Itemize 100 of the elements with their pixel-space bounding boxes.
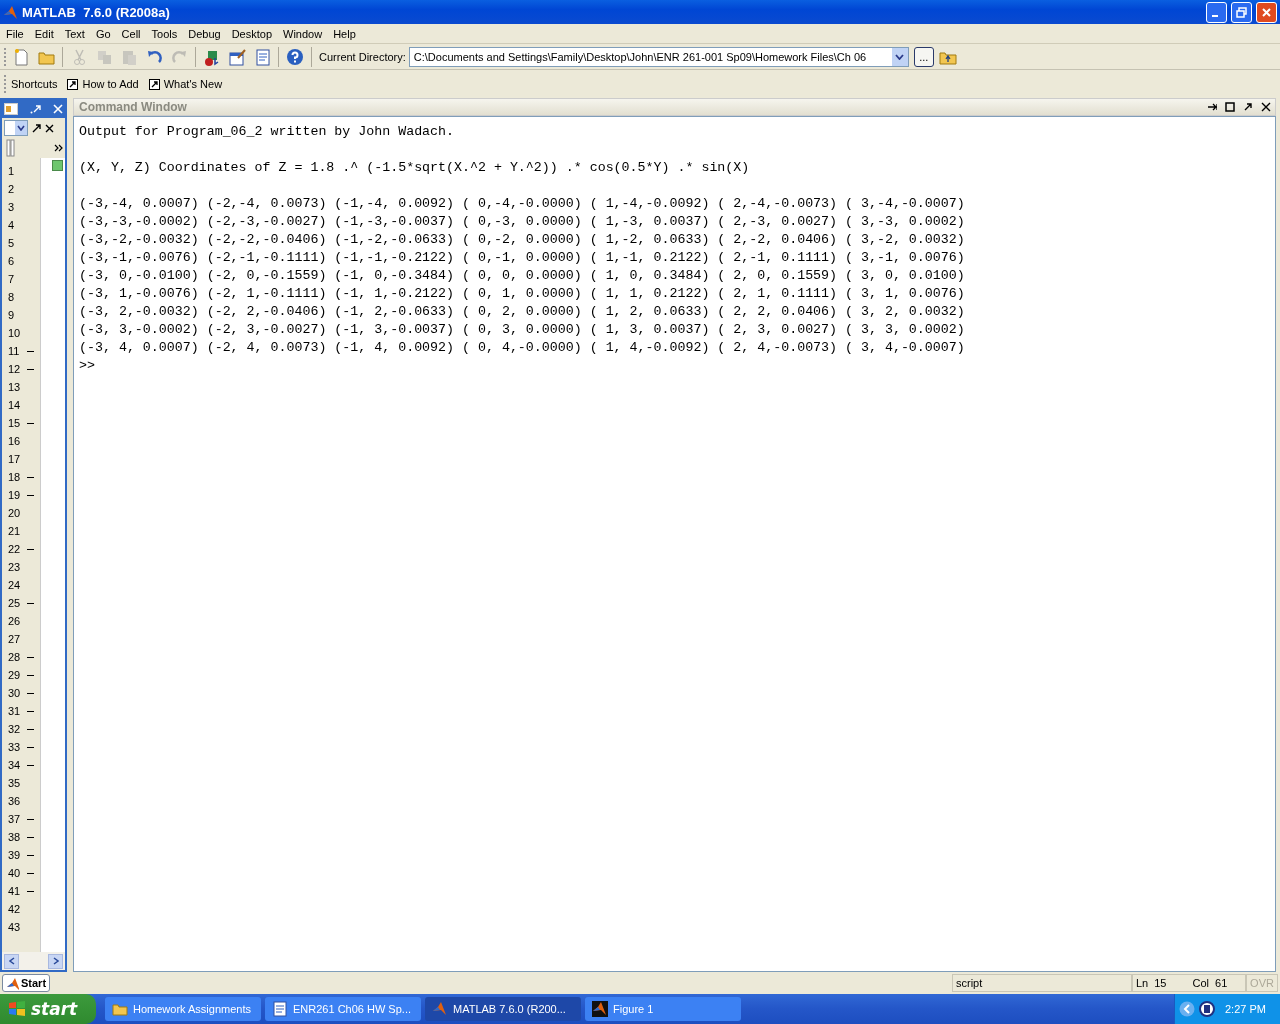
chevron-right-icon — [52, 957, 59, 965]
menu-item[interactable]: Window — [279, 27, 330, 40]
line-number: 36 — [8, 795, 22, 807]
line-number: 1 — [8, 165, 16, 177]
restore-icon — [1236, 6, 1247, 18]
line-number: 39 — [8, 849, 22, 861]
start-button[interactable]: start — [0, 994, 96, 1024]
line-number: 3 — [8, 201, 16, 213]
menu-item[interactable]: Text — [60, 27, 92, 40]
panel-icon — [4, 103, 18, 115]
help-button[interactable] — [284, 46, 306, 67]
line-number: 34 — [8, 759, 22, 771]
line-number: 14 — [8, 399, 22, 411]
line-number: 21 — [8, 525, 22, 537]
directory-field[interactable]: C:\Documents and Settings\Family\Desktop\John\ENR 261-001 Sp09\Homework Files\Ch 06 — [408, 46, 909, 67]
new-file-icon — [12, 47, 30, 66]
shortcut-link[interactable]: How to Add — [67, 78, 139, 90]
status-indicator — [52, 160, 63, 171]
start-button[interactable]: Start — [2, 974, 51, 992]
scroll-left-button[interactable] — [4, 953, 19, 969]
output-line: (-3,-1,-0.0076) (-2,-1,-0.1111) (-1,-1,-0.2122) ( 0,-1, 0.0000) ( 1,-1, 0.2122) ( 2,-1, 0.1111) ( 3,-1, 0.0076) — [79, 249, 966, 267]
line-number: 30 — [8, 687, 22, 699]
menu-item[interactable]: Tools — [147, 27, 185, 40]
output-line: (-3, 1,-0.0076) (-2, 1,-0.1111) (-1, 1,-0.2122) ( 0, 1, 0.0000) ( 1, 1, 0.2122) ( 2, 1, 0.1111) ( 3, 1, 0.0076) — [79, 285, 966, 303]
chevron-icon[interactable] — [54, 144, 63, 152]
document-icon — [253, 47, 271, 66]
folder-icon — [112, 1001, 128, 1017]
figure-icon — [592, 1001, 608, 1017]
menu-item[interactable]: Desktop — [227, 27, 279, 40]
output-line: (-3, 3,-0.0002) (-2, 3,-0.0027) (-1, 3,-0.0037) ( 0, 3, 0.0000) ( 1, 3, 0.0037) ( 2, 3, 0.0027) ( 3, 3, 0.0002) — [79, 321, 966, 339]
shortcut-link[interactable]: What's New — [148, 78, 223, 90]
column-value: 61 — [1215, 977, 1228, 989]
output-line: (-3, 2,-0.0032) (-2, 2,-0.0406) (-1, 2,-0.0633) ( 0, 2, 0.0000) ( 1, 2, 0.0633) ( 2, 2, 0.0406) ( 3, 2, 0.0032) — [79, 303, 966, 321]
line-number: 2 — [8, 183, 16, 195]
matlab-logo-icon — [3, 4, 18, 20]
menu-item[interactable]: Go — [91, 27, 118, 40]
panel-title: Command Window — [78, 100, 188, 114]
line-number: 13 — [8, 381, 22, 393]
menu-item[interactable]: Debug — [184, 27, 228, 40]
taskbar-button[interactable]: Figure 1 — [585, 997, 741, 1021]
dropdown-button[interactable] — [891, 47, 908, 66]
window-title: MATLAB 7.6.0 (R2008a) — [22, 4, 171, 20]
close-icon[interactable] — [45, 123, 54, 133]
close-icon — [1261, 6, 1272, 18]
line-value: 15 — [1154, 977, 1167, 989]
line-number: 20 — [8, 507, 22, 519]
shortcut-icon — [148, 78, 160, 90]
restore-button[interactable] — [1231, 1, 1252, 23]
help-icon — [286, 47, 304, 66]
menu-item[interactable]: File — [2, 27, 31, 40]
line-number: 43 — [8, 921, 22, 933]
close-icon — [1261, 102, 1271, 112]
column-label: Col — [1192, 977, 1209, 989]
output-line: (-3,-3,-0.0002) (-2,-3,-0.0027) (-1,-3,-0.0037) ( 0,-3, 0.0000) ( 1,-3, 0.0037) ( 2,-3, 0.0027) ( 3,-3, 0.0002) — [79, 213, 966, 231]
chevron-left-icon — [8, 957, 15, 965]
line-number: 8 — [8, 291, 16, 303]
scroll-right-button[interactable] — [48, 953, 63, 969]
directory-label: Current Directory: — [319, 50, 406, 63]
line-number: 31 — [8, 705, 22, 717]
file-type-status: script — [952, 974, 1132, 992]
line-number: 41 — [8, 885, 22, 897]
taskbar-button[interactable]: Homework Assignments — [105, 997, 261, 1021]
command-prompt: >> — [79, 357, 96, 375]
menu-item[interactable]: Help — [329, 27, 363, 40]
browse-button[interactable]: ... — [913, 46, 934, 67]
line-number: 12 — [8, 363, 22, 375]
line-number: 22 — [8, 543, 22, 555]
shortcut-icon — [67, 78, 79, 90]
undock-icon[interactable] — [32, 123, 41, 133]
taskbar-button[interactable]: MATLAB 7.6.0 (R200... — [425, 997, 581, 1021]
file-dropdown[interactable] — [4, 120, 28, 136]
line-number: 28 — [8, 651, 22, 663]
line-number: 38 — [8, 831, 22, 843]
line-number: 15 — [8, 417, 22, 429]
form-editor-icon — [228, 47, 246, 66]
output-line: (-3,-4, 0.0007) (-2,-4, 0.0073) (-1,-4, 0.0092) ( 0,-4,-0.0000) ( 1,-4,-0.0092) ( 2,-4,-0.0073) ( 3,-4,-0.0007) — [79, 195, 966, 213]
menu-item[interactable]: Cell — [117, 27, 148, 40]
line-number: 16 — [8, 435, 22, 447]
shortcuts-label: Shortcuts — [11, 78, 58, 90]
line-number: 6 — [8, 255, 16, 267]
output-line: (-3, 0,-0.0100) (-2, 0,-0.1559) (-1, 0,-0.3484) ( 0, 0, 0.0000) ( 1, 0, 0.3484) ( 2, 0, 0.1559) ( 3, 0, 0.0100) — [79, 267, 966, 285]
line-number: 9 — [8, 309, 16, 321]
pin-icon — [1207, 102, 1217, 112]
line-number: 42 — [8, 903, 22, 915]
line-number: 11 — [8, 345, 21, 357]
line-number: 17 — [8, 453, 22, 465]
line-number: 18 — [8, 471, 22, 483]
line-number: 24 — [8, 579, 22, 591]
line-number: 32 — [8, 723, 22, 735]
output-line: (X, Y, Z) Coordinates of Z = 1.8 .^ (-1.5*sqrt(X.^2 + Y.^2)) .* cos(0.5*Y) .* sin(X) — [79, 159, 751, 177]
line-label: Ln — [1136, 977, 1149, 989]
menu-item[interactable]: Edit — [30, 27, 61, 40]
output-line: (-3,-2,-0.0032) (-2,-2,-0.0406) (-1,-2,-0.0633) ( 0,-2, 0.0000) ( 1,-2, 0.0633) ( 2,-2, 0.0406) ( 3,-2, 0.0032) — [79, 231, 966, 249]
taskbar-button[interactable]: ENR261 Ch06 HW Sp... — [265, 997, 421, 1021]
line-number: 27 — [8, 633, 22, 645]
line-number: 7 — [8, 273, 16, 285]
tray-app-icon[interactable] — [1199, 1001, 1215, 1017]
matlab-logo-icon — [6, 976, 19, 990]
minimize-icon — [1211, 15, 1218, 17]
line-number: 33 — [8, 741, 22, 753]
